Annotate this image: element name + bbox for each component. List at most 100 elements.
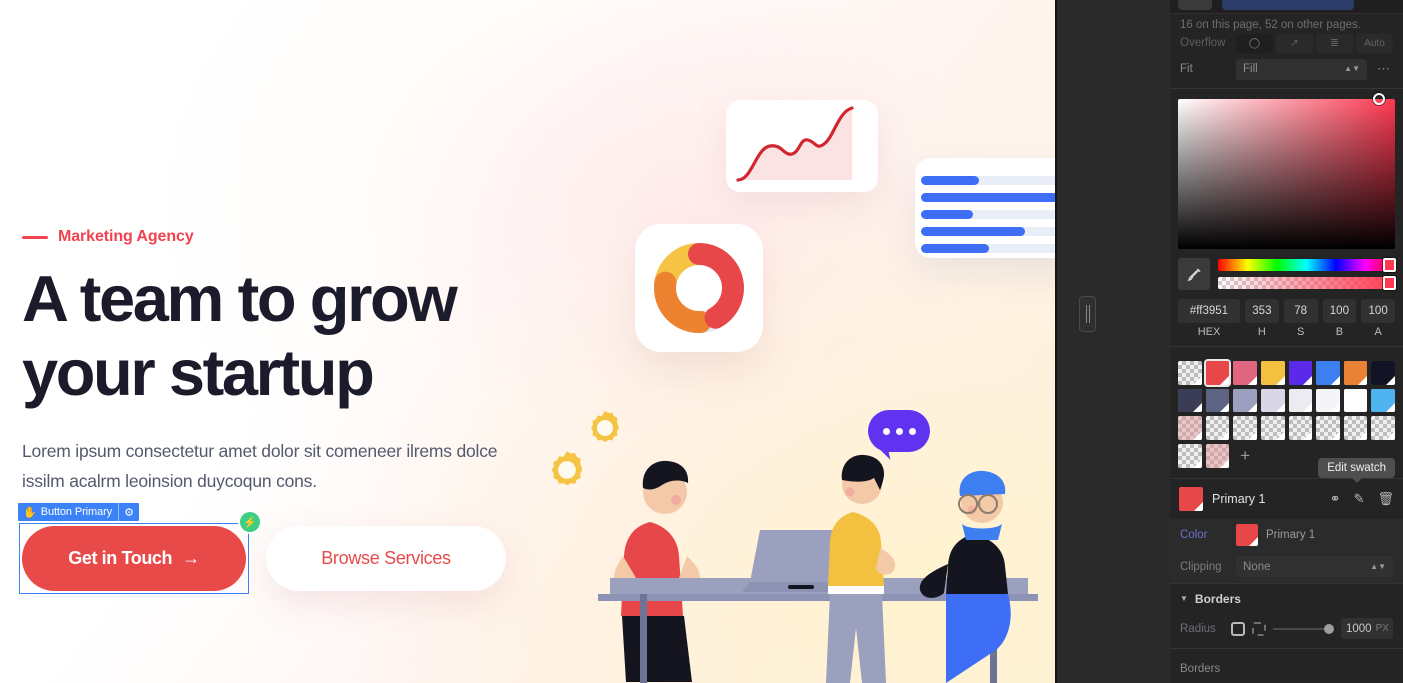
swatch-pink[interactable] [1233,361,1257,385]
fit-select[interactable]: Fill ▲▼ [1236,58,1367,80]
swatch-white[interactable] [1343,388,1368,413]
divider [1170,647,1403,649]
design-canvas[interactable]: Marketing Agency A team to grow your sta… [0,0,1055,683]
swatch-transparent[interactable] [1316,416,1340,440]
overflow-segmented-control[interactable]: ◯ ↗ ≣ Auto [1236,33,1393,53]
color-value-fields: #ff3951 353 78 100 100 [1170,290,1403,323]
swatch-transparent[interactable] [1178,443,1202,468]
overflow-option-hidden[interactable]: ≣ [1316,33,1353,53]
swatch-fill [1178,416,1202,440]
swatch-transparent[interactable] [1178,361,1202,385]
selection-label-badge[interactable]: ✋ Button Primary ⚙ [18,503,139,521]
color-token-row[interactable]: Primary 1 ⚭ ✎ 🗑 [1170,477,1403,519]
panel-stub-button[interactable] [1178,0,1212,10]
ellipsis-icon[interactable]: ⋯ [1375,61,1393,77]
hero-subtitle: Lorem ipsum consectetur amet dolor sit c… [22,441,498,491]
trash-icon[interactable]: 🗑 [1377,492,1394,505]
gear-icon[interactable]: ⚙ [118,503,139,521]
hex-input[interactable]: #ff3951 [1178,299,1240,323]
color-property-swatch[interactable] [1236,523,1258,546]
hue-slider[interactable] [1218,258,1396,272]
swatch-transparent[interactable] [1288,416,1313,440]
swatch-lavender[interactable] [1260,388,1285,413]
canvas-resize-handle[interactable] [1079,296,1096,332]
sliders [1218,258,1396,290]
color-property-field[interactable]: Primary 1 [1236,523,1393,546]
swatch-transparent[interactable] [1205,416,1230,440]
swatch-fill [1316,361,1340,385]
radius-unit: PX [1375,623,1389,634]
borders-section-header[interactable]: ▼ Borders [1170,582,1403,614]
swatch-red[interactable] [1203,359,1232,387]
swatch-transparent[interactable] [1371,416,1395,440]
canvas-gutter [1055,0,1170,683]
hue-slider-handle[interactable] [1383,258,1396,272]
swatch-near-black[interactable] [1371,361,1395,385]
swatch-transparent[interactable] [1343,416,1368,440]
swatch-dark-navy[interactable] [1178,388,1202,413]
hex-label: HEX [1197,326,1221,338]
swatch-fill [1205,388,1230,413]
selected-element-wrapper[interactable]: ✋ Button Primary ⚙ ⚡ Get in Touch → [18,503,260,594]
radius-slider[interactable] [1273,623,1334,634]
eyebrow-label: Marketing Agency [58,228,194,245]
inspector-panel: 16 on this page, 52 on other pages. Over… [1170,0,1403,683]
saturation-brightness-box[interactable] [1178,93,1395,249]
overflow-option-visible[interactable]: ◯ [1236,33,1273,53]
plus-icon[interactable]: + [1233,444,1257,468]
get-in-touch-button[interactable]: Get in Touch → [22,526,246,591]
browse-services-button[interactable]: Browse Services [266,526,506,591]
brightness-label: B [1335,326,1344,338]
saturation-input[interactable]: 78 [1283,299,1318,323]
overflow-label: Overflow [1180,37,1226,49]
swatch-transparent[interactable] [1260,416,1285,440]
borders-section-title: Borders [1194,591,1241,606]
swatch-sky-blue[interactable] [1371,388,1395,413]
bar-fill [921,227,1025,236]
unlink-icon[interactable]: ⚭ [1330,492,1341,505]
rounded-square-icon[interactable] [1231,621,1245,636]
bar-fill [921,244,989,253]
radius-input[interactable]: 1000 PX [1341,618,1393,639]
swatch-off-white[interactable] [1316,388,1340,413]
swatch-transparent[interactable] [1233,416,1257,440]
chevron-updown-icon: ▲▼ [1370,561,1386,571]
swatch-grid[interactable]: + [1170,351,1403,468]
token-swatch[interactable] [1179,486,1203,511]
swatch-faded-rose[interactable] [1178,416,1202,440]
divider [1170,346,1403,347]
pencil-icon[interactable]: ✎ [1354,492,1365,505]
arrow-right-icon: → [182,548,200,568]
swatch-blue[interactable] [1316,361,1340,385]
bar-fill [921,193,1055,202]
swatch-light-slate[interactable] [1233,388,1257,413]
hue-input[interactable]: 353 [1245,299,1279,323]
panel-stub-field[interactable] [1222,0,1354,10]
overflow-option-auto[interactable]: Auto [1356,33,1393,53]
radius-slider-handle[interactable] [1324,623,1334,634]
bar-row [921,193,1055,202]
saturation-handle[interactable] [1373,93,1385,105]
swatch-orange[interactable] [1343,361,1368,385]
saturation-label: S [1296,326,1305,338]
lightning-bolt-icon[interactable]: ⚡ [240,512,260,532]
token-actions: ⚭ ✎ 🗑 [1330,492,1394,505]
corners-icon[interactable] [1252,621,1266,636]
caret-down-icon[interactable]: ▼ [1180,594,1188,603]
swatch-slate[interactable] [1205,388,1230,413]
alpha-input[interactable]: 100 [1361,299,1395,323]
alpha-slider-handle[interactable] [1383,276,1396,290]
edit-swatch-tooltip: Edit swatch [1318,458,1395,478]
swatch-pale-lavender[interactable] [1288,388,1313,413]
eyebrow-dash-icon [22,235,48,239]
brightness-input[interactable]: 100 [1322,299,1357,323]
bar-row [921,244,1055,253]
clipping-select[interactable]: None ▲▼ [1236,556,1393,577]
overflow-option-scroll[interactable]: ↗ [1276,33,1313,53]
swatch-violet[interactable] [1288,361,1313,385]
swatch-yellow[interactable] [1260,361,1285,385]
alpha-slider[interactable] [1218,276,1396,290]
swatch-fill [1371,388,1395,413]
swatch-faded-rose-2[interactable] [1205,443,1230,468]
eyedropper-icon[interactable] [1178,258,1210,290]
